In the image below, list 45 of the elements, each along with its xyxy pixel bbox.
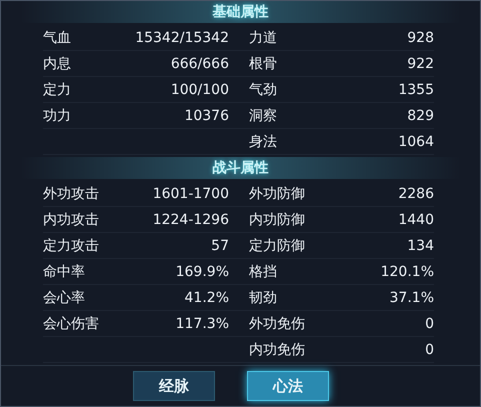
stat-value: 1224-1296 — [152, 212, 229, 228]
stat-value: 1355 — [398, 82, 434, 98]
stat-label: 气劲 — [249, 80, 277, 98]
stat-value: 10376 — [184, 108, 229, 124]
stat-label: 格挡 — [249, 262, 277, 280]
stat-label: 内功攻击 — [43, 210, 99, 228]
stat-value: 2286 — [398, 186, 434, 202]
stat-value: 0 — [425, 342, 434, 358]
stat-value: 37.1% — [390, 290, 434, 306]
stat-label: 会心伤害 — [43, 314, 99, 332]
stat-label: 内功防御 — [249, 210, 305, 228]
stat-value: 15342/15342 — [135, 30, 229, 46]
stat-label: 外功免伤 — [249, 314, 305, 332]
stat-value: 100/100 — [170, 82, 229, 98]
stat-label: 力道 — [249, 28, 277, 46]
stat-label: 外功防御 — [249, 184, 305, 202]
stat-value: 1064 — [398, 134, 434, 150]
stat-value: 134 — [407, 238, 434, 254]
stat-label: 功力 — [43, 106, 71, 124]
tab-button[interactable]: 经脉 — [133, 371, 215, 401]
stat-label: 命中率 — [43, 262, 85, 280]
stat-value: 928 — [407, 30, 434, 46]
stat-label: 定力攻击 — [43, 236, 99, 254]
stat-label: 身法 — [249, 132, 277, 150]
stat-label: 根骨 — [249, 54, 277, 72]
stat-label: 洞察 — [249, 106, 277, 124]
stat-label: 内息 — [43, 54, 71, 72]
stat-value: 922 — [407, 56, 434, 72]
stat-label: 定力 — [43, 80, 71, 98]
stat-value: 57 — [211, 238, 229, 254]
stat-label: 会心率 — [43, 288, 85, 306]
stat-value: 41.2% — [184, 290, 229, 306]
stat-label: 韧劲 — [249, 288, 277, 306]
stat-label: 外功攻击 — [43, 184, 99, 202]
stat-label: 内功免伤 — [249, 340, 305, 358]
stat-value: 666/666 — [170, 56, 229, 72]
stat-value: 117.3% — [176, 316, 229, 332]
stat-value: 829 — [407, 108, 434, 124]
stat-label: 定力防御 — [249, 236, 305, 254]
stat-value: 120.1% — [380, 264, 434, 280]
stat-value: 0 — [425, 316, 434, 332]
stat-value: 169.9% — [176, 264, 229, 280]
stat-value: 1440 — [398, 212, 434, 228]
stat-label: 气血 — [43, 28, 71, 46]
stat-value: 1601-1700 — [152, 186, 229, 202]
